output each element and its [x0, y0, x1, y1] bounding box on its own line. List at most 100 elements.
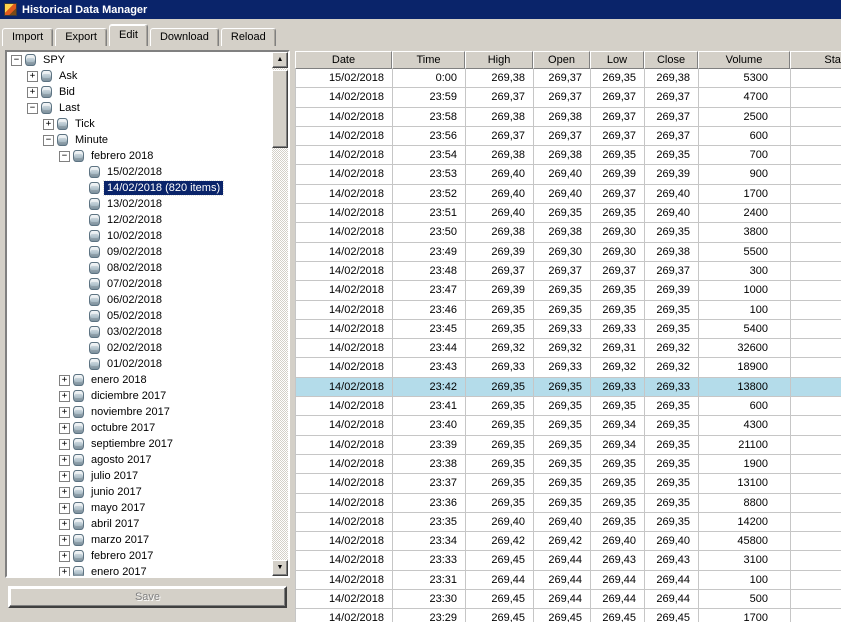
grid-row[interactable]: 14/02/2018 23:29 269,45 269,45 269,45 269,45 1…: [296, 609, 841, 622]
collapse-toggle-icon[interactable]: −: [27, 102, 38, 114]
tree-item[interactable]: + noviembre 2017: [7, 404, 272, 420]
tree-item[interactable]: 08/02/2018: [7, 260, 272, 276]
grid-row[interactable]: 14/02/2018 23:31 269,44 269,44 269,44 269,44 1…: [296, 570, 841, 591]
tree-item[interactable]: 03/02/2018: [7, 324, 272, 340]
expand-toggle-icon[interactable]: +: [59, 502, 70, 514]
column-header-close[interactable]: Close: [644, 51, 698, 69]
tab-download[interactable]: Download: [149, 28, 219, 46]
tree-item[interactable]: + octubre 2017: [7, 420, 272, 436]
column-header-status[interactable]: Status: [790, 51, 841, 69]
grid-row[interactable]: 14/02/2018 23:36 269,35 269,35 269,35 269,35 8…: [296, 493, 841, 513]
grid-row[interactable]: 14/02/2018 23:48 269,37 269,37 269,37 269,37 3…: [296, 261, 841, 282]
grid-row[interactable]: 15/02/2018 0:00 269,38 269,37 269,35 269,38 53…: [296, 69, 841, 89]
expand-toggle-icon[interactable]: +: [59, 550, 70, 562]
tree-item[interactable]: − SPY: [7, 52, 272, 68]
tree-item[interactable]: 15/02/2018: [7, 164, 272, 180]
grid-row[interactable]: 14/02/2018 23:50 269,38 269,38 269,30 269,35 3…: [296, 223, 841, 243]
grid-row[interactable]: 14/02/2018 23:33 269,45 269,44 269,43 269,43 3…: [296, 551, 841, 571]
grid-row[interactable]: 14/02/2018 23:53 269,40 269,40 269,39 269,39 9…: [296, 165, 841, 185]
tree-item[interactable]: 10/02/2018: [7, 228, 272, 244]
expand-toggle-icon[interactable]: +: [59, 438, 70, 450]
grid-row[interactable]: 14/02/2018 23:46 269,35 269,35 269,35 269,35 1…: [296, 300, 841, 320]
tab-export[interactable]: Export: [55, 28, 107, 46]
grid-row[interactable]: 14/02/2018 23:30 269,45 269,44 269,44 269,44 5…: [296, 590, 841, 610]
tree-item[interactable]: + mayo 2017: [7, 500, 272, 516]
tree-item[interactable]: + septiembre 2017: [7, 436, 272, 452]
tree-item[interactable]: 01/02/2018: [7, 356, 272, 372]
grid-row[interactable]: 14/02/2018 23:59 269,37 269,37 269,37 269,37 4…: [296, 88, 841, 108]
tree-item[interactable]: + agosto 2017: [7, 452, 272, 468]
tree-item[interactable]: 07/02/2018: [7, 276, 272, 292]
tree-item[interactable]: 06/02/2018: [7, 292, 272, 308]
tree-item[interactable]: − febrero 2018: [7, 148, 272, 164]
expand-toggle-icon[interactable]: +: [59, 406, 70, 418]
collapse-toggle-icon[interactable]: −: [11, 54, 22, 66]
tree-item[interactable]: + Bid: [7, 84, 272, 100]
tab-edit[interactable]: Edit: [108, 24, 148, 46]
grid-row[interactable]: 14/02/2018 23:45 269,35 269,33 269,33 269,35 5…: [296, 319, 841, 340]
tree-item[interactable]: 13/02/2018: [7, 196, 272, 212]
expand-toggle-icon[interactable]: +: [59, 470, 70, 482]
column-header-low[interactable]: Low: [590, 51, 644, 69]
expand-toggle-icon[interactable]: +: [59, 486, 70, 498]
grid-row[interactable]: 14/02/2018 23:42 269,35 269,35 269,33 269,33 1…: [296, 377, 841, 398]
column-header-high[interactable]: High: [465, 51, 533, 69]
expand-toggle-icon[interactable]: +: [59, 390, 70, 402]
tree-item[interactable]: + enero 2017: [7, 564, 272, 576]
tree-item[interactable]: 14/02/2018 (820 items): [7, 180, 272, 196]
expand-toggle-icon[interactable]: +: [59, 454, 70, 466]
column-header-time[interactable]: Time: [392, 51, 465, 69]
tree-item[interactable]: + diciembre 2017: [7, 388, 272, 404]
tree-item[interactable]: 05/02/2018: [7, 308, 272, 324]
tree-item[interactable]: + marzo 2017: [7, 532, 272, 548]
grid-row[interactable]: 14/02/2018 23:35 269,40 269,40 269,35 269,35 1…: [296, 512, 841, 533]
collapse-toggle-icon[interactable]: −: [59, 150, 70, 162]
grid-row[interactable]: 14/02/2018 23:47 269,39 269,35 269,35 269,39 1…: [296, 281, 841, 301]
grid-row[interactable]: 14/02/2018 23:41 269,35 269,35 269,35 269,35 6…: [296, 397, 841, 417]
column-header-open[interactable]: Open: [533, 51, 590, 69]
scroll-thumb[interactable]: [272, 70, 288, 148]
expand-toggle-icon[interactable]: +: [27, 70, 38, 82]
scroll-up-icon[interactable]: ▲: [272, 52, 288, 68]
tree-item[interactable]: − Minute: [7, 132, 272, 148]
grid-row[interactable]: 14/02/2018 23:40 269,35 269,35 269,34 269,35 4…: [296, 416, 841, 436]
expand-toggle-icon[interactable]: +: [59, 374, 70, 386]
expand-toggle-icon[interactable]: +: [59, 566, 70, 576]
grid-row[interactable]: 14/02/2018 23:52 269,40 269,40 269,37 269,40 1…: [296, 184, 841, 205]
grid-row[interactable]: 14/02/2018 23:58 269,38 269,38 269,37 269,37 2…: [296, 107, 841, 127]
tree-item[interactable]: + enero 2018: [7, 372, 272, 388]
tree-item[interactable]: + julio 2017: [7, 468, 272, 484]
grid-row[interactable]: 14/02/2018 23:37 269,35 269,35 269,35 269,35 1…: [296, 474, 841, 494]
column-header-date[interactable]: Date: [295, 51, 392, 69]
save-button[interactable]: Save: [8, 586, 287, 608]
expand-toggle-icon[interactable]: +: [27, 86, 38, 98]
tab-import[interactable]: Import: [2, 28, 54, 46]
grid-row[interactable]: 14/02/2018 23:44 269,32 269,32 269,31 269,32 3…: [296, 339, 841, 359]
grid-row[interactable]: 14/02/2018 23:54 269,38 269,38 269,35 269,35 7…: [296, 146, 841, 166]
tree-item[interactable]: − Last: [7, 100, 272, 116]
collapse-toggle-icon[interactable]: −: [43, 134, 54, 146]
tree-item[interactable]: + junio 2017: [7, 484, 272, 500]
expand-toggle-icon[interactable]: +: [59, 422, 70, 434]
tree-item[interactable]: + Tick: [7, 116, 272, 132]
grid-row[interactable]: 14/02/2018 23:43 269,33 269,33 269,32 269,32 1…: [296, 358, 841, 378]
grid-row[interactable]: 14/02/2018 23:38 269,35 269,35 269,35 269,35 1…: [296, 454, 841, 475]
tree-scrollbar-track[interactable]: ▲ ▼: [272, 52, 288, 576]
column-header-volume[interactable]: Volume: [698, 51, 790, 69]
expand-toggle-icon[interactable]: +: [59, 534, 70, 546]
grid-row[interactable]: 14/02/2018 23:56 269,37 269,37 269,37 269,37 6…: [296, 126, 841, 147]
tab-reload[interactable]: Reload: [220, 28, 276, 46]
grid-row[interactable]: 14/02/2018 23:51 269,40 269,35 269,35 269,40 2…: [296, 204, 841, 224]
grid-row[interactable]: 14/02/2018 23:34 269,42 269,42 269,40 269,40 4…: [296, 532, 841, 552]
tree-item[interactable]: 02/02/2018: [7, 340, 272, 356]
tree-item[interactable]: 09/02/2018: [7, 244, 272, 260]
expand-toggle-icon[interactable]: +: [43, 118, 54, 130]
tree-item[interactable]: + febrero 2017: [7, 548, 272, 564]
tree-item[interactable]: 12/02/2018: [7, 212, 272, 228]
scroll-down-icon[interactable]: ▼: [272, 560, 288, 576]
grid-row[interactable]: 14/02/2018 23:49 269,39 269,30 269,30 269,38 5…: [296, 242, 841, 262]
tree-item[interactable]: + abril 2017: [7, 516, 272, 532]
tree-item[interactable]: + Ask: [7, 68, 272, 84]
grid-row[interactable]: 14/02/2018 23:39 269,35 269,35 269,34 269,35 2…: [296, 435, 841, 455]
expand-toggle-icon[interactable]: +: [59, 518, 70, 530]
